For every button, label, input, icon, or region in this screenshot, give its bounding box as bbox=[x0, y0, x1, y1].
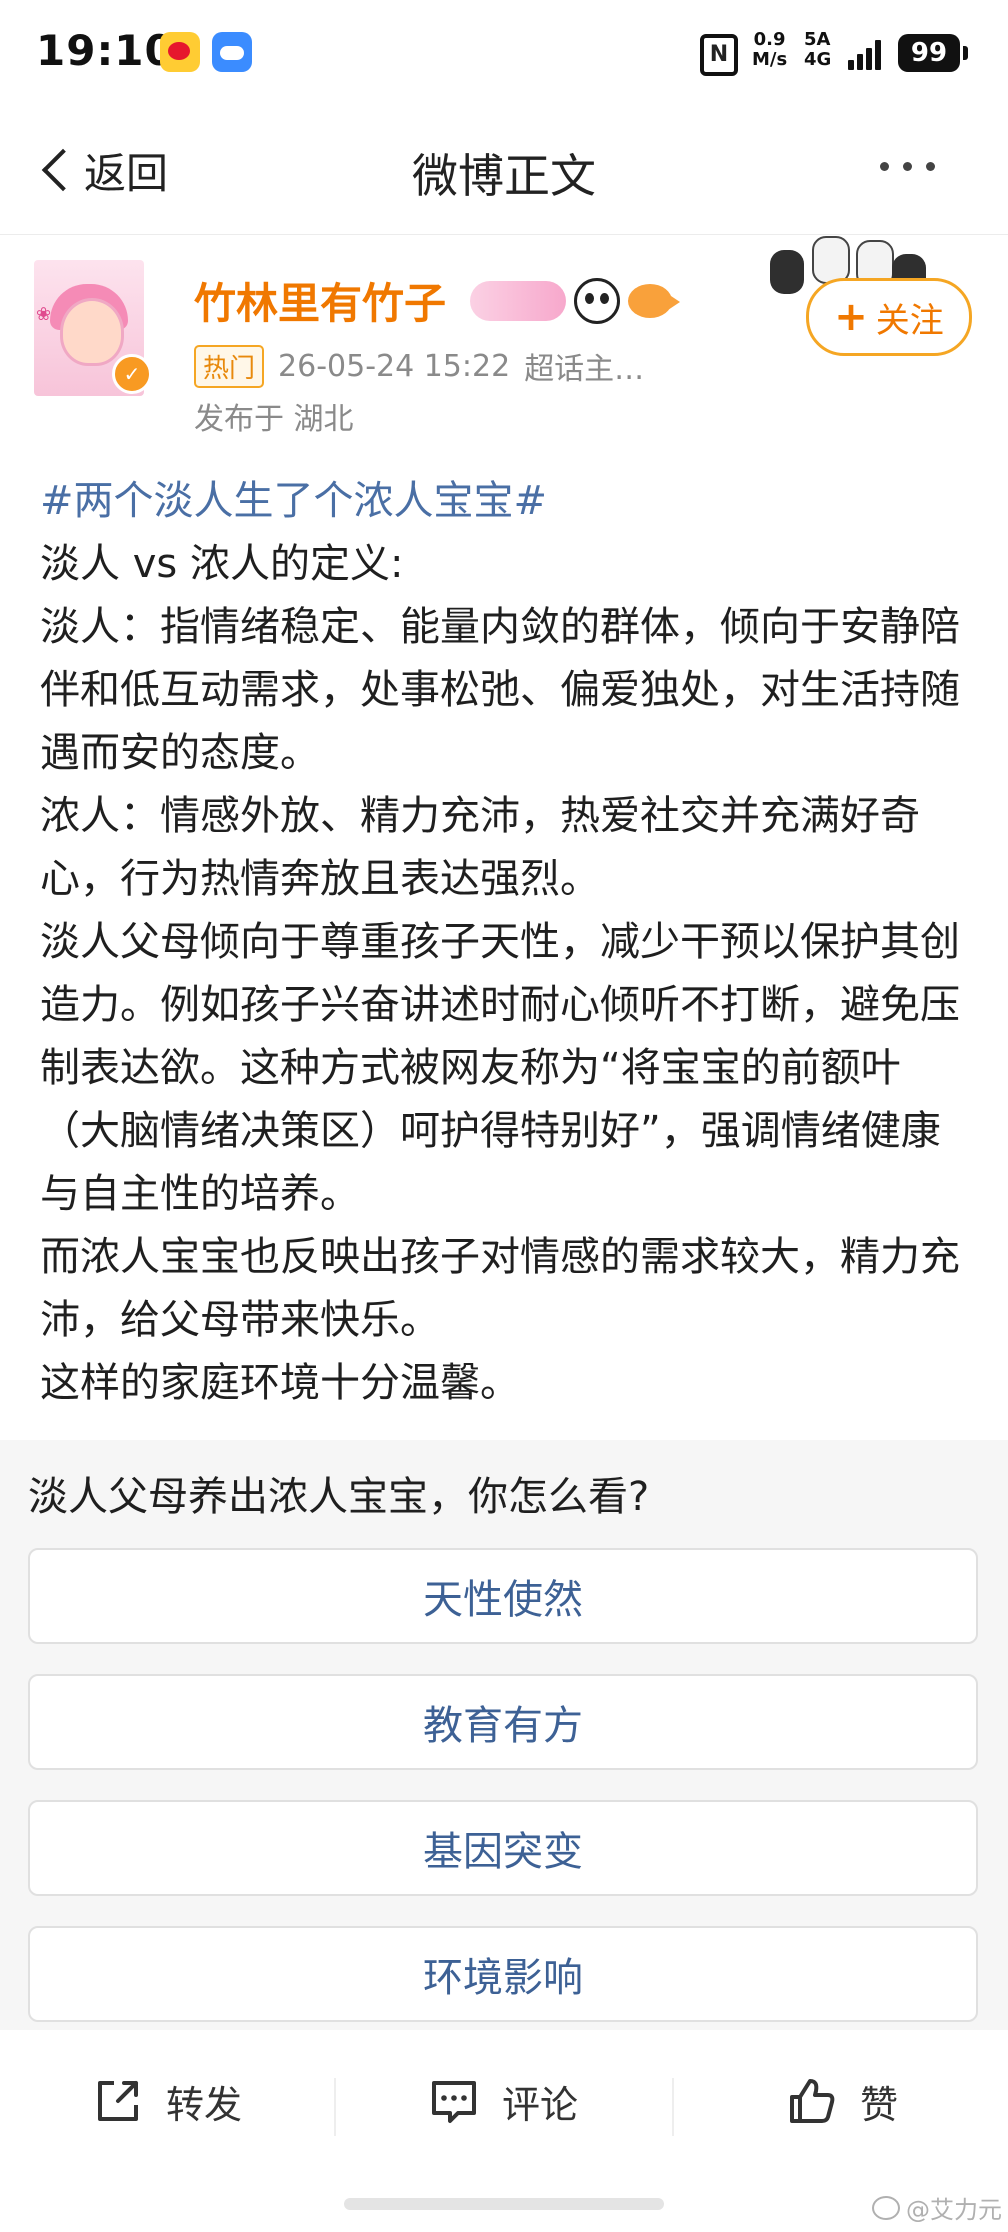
watermark: @艾力元 bbox=[872, 2190, 1002, 2225]
chevron-left-icon bbox=[41, 148, 85, 192]
poll-option[interactable]: 环境影响 bbox=[28, 1926, 978, 2022]
post-time: 26-05-24 15:22 bbox=[278, 348, 511, 384]
more-options-button[interactable] bbox=[880, 162, 935, 171]
post-source[interactable]: 超话主… bbox=[524, 344, 644, 388]
status-bar: 19:10 N 0.9 M/s 5A 4G 99 bbox=[0, 0, 1008, 110]
poll-card: 淡人父母养出浓人宝宝，你怎么看? 天性使然 教育有方 基因突变 环境影响 bbox=[0, 1440, 1008, 2030]
hot-tag: 热门 bbox=[194, 344, 265, 388]
comment-label: 评论 bbox=[502, 2082, 579, 2127]
network-speed-unit: M/s bbox=[752, 49, 788, 70]
nav-bar: 返回 微博正文 bbox=[0, 110, 1008, 235]
plus-icon: + bbox=[834, 294, 868, 340]
post-location: 发布于 湖北 bbox=[194, 402, 354, 437]
content-paragraph: 淡人父母倾向于尊重孩子天性，减少干预以保护其创造力。例如孩子兴奋讲述时耐心倾听不… bbox=[40, 919, 960, 1217]
comment-icon bbox=[432, 2081, 476, 2123]
weibo-logo-icon bbox=[872, 2195, 900, 2220]
status-time: 19:10 bbox=[36, 26, 175, 75]
username[interactable]: 竹林里有竹子 bbox=[194, 270, 446, 331]
content-paragraph: 这样的家庭环境十分温馨。 bbox=[40, 1360, 520, 1406]
content-paragraph: 淡人：指情绪稳定、能量内敛的群体，倾向于安静陪伴和低互动需求，处事松弛、偏爱独处… bbox=[40, 604, 960, 776]
fish-badge-icon bbox=[628, 284, 680, 318]
poll-option[interactable]: 天性使然 bbox=[28, 1548, 978, 1644]
repost-label: 转发 bbox=[166, 2082, 243, 2127]
network-type-bottom: 4G bbox=[804, 49, 832, 70]
user-badges bbox=[470, 278, 680, 324]
network-type-top: 5A bbox=[804, 29, 831, 50]
cloud-app-icon bbox=[212, 32, 252, 72]
vip-badge-icon bbox=[470, 281, 566, 321]
like-label: 赞 bbox=[860, 2082, 899, 2127]
back-button[interactable]: 返回 bbox=[34, 140, 168, 200]
signal-icon bbox=[848, 34, 888, 70]
content-paragraph: 浓人：情感外放、精力充沛，热爱社交并充满好奇心，行为热情奔放且表达强烈。 bbox=[40, 793, 920, 902]
follow-button[interactable]: + 关注 bbox=[806, 278, 972, 356]
verified-badge-icon: ✓ bbox=[112, 354, 152, 394]
post-meta: 热门 26-05-24 15:22 超话主… bbox=[194, 344, 644, 388]
home-indicator[interactable] bbox=[344, 2198, 664, 2210]
poll-option[interactable]: 基因突变 bbox=[28, 1800, 978, 1896]
network-speed: 0.9 M/s bbox=[752, 30, 787, 70]
content-paragraph: 而浓人宝宝也反映出孩子对情感的需求较大，精力充沛，给父母带来快乐。 bbox=[40, 1234, 960, 1343]
poll-question: 淡人父母养出浓人宝宝，你怎么看? bbox=[28, 1474, 650, 1520]
content-paragraph: 淡人 vs 浓人的定义: bbox=[40, 541, 404, 587]
more-dots-icon bbox=[880, 162, 889, 171]
bottom-action-bar: 转发 评论 赞 bbox=[0, 2040, 1008, 2170]
nfc-icon: N bbox=[700, 34, 738, 76]
hashtag-link[interactable]: #两个淡人生了个浓人宝宝# bbox=[40, 478, 547, 524]
comment-button[interactable]: 评论 bbox=[428, 2066, 578, 2136]
divider bbox=[672, 2078, 674, 2136]
back-label: 返回 bbox=[84, 148, 169, 198]
thumbs-up-icon bbox=[790, 2079, 835, 2123]
like-button[interactable]: 赞 bbox=[786, 2066, 898, 2136]
weibo-app-icon bbox=[160, 32, 200, 72]
watermark-text: @艾力元 bbox=[906, 2196, 1002, 2224]
poll-option[interactable]: 教育有方 bbox=[28, 1674, 978, 1770]
panda-badge-icon bbox=[574, 278, 620, 324]
share-icon bbox=[98, 2081, 138, 2121]
network-speed-value: 0.9 bbox=[753, 29, 786, 50]
post-content: #两个淡人生了个浓人宝宝# 淡人 vs 浓人的定义: 淡人：指情绪稳定、能量内敛… bbox=[40, 470, 980, 1415]
repost-button[interactable]: 转发 bbox=[92, 2066, 242, 2136]
battery-icon: 99 bbox=[898, 34, 968, 72]
network-type: 5A 4G bbox=[804, 30, 831, 70]
divider bbox=[334, 2078, 336, 2136]
follow-label: 关注 bbox=[875, 300, 944, 341]
